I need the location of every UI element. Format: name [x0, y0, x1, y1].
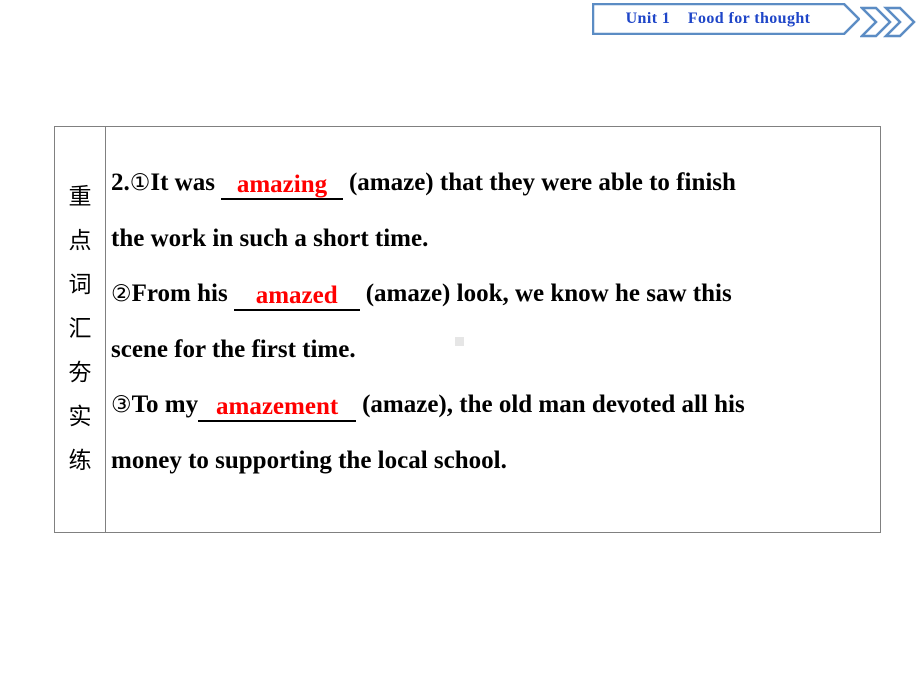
unit-header-banner: Unit 1 Food for thought	[592, 3, 916, 38]
sidebar-char: 夯	[68, 360, 92, 386]
item-1-before-text: It was	[150, 169, 215, 196]
double-chevron-right-icon	[860, 6, 916, 38]
unit-title-text: Unit 1 Food for thought	[625, 10, 811, 27]
exercise-item-3-line-1: ③To my amazement (amaze), the old man devo…	[111, 377, 866, 433]
exercise-panel: 重 点 词 汇 夯 实 练 2.①It was amazing (amaze) th…	[54, 126, 881, 533]
exercise-content: 2.①It was amazing (amaze) that they were a…	[106, 127, 880, 532]
exercise-item-2-line-1: ②From his amazed (amaze) look, we know he …	[111, 266, 866, 322]
sidebar-char: 重	[68, 184, 92, 210]
item-marker-2: ②	[111, 281, 132, 307]
item-2-after-text: (amaze) look, we know he saw this	[365, 280, 732, 307]
sidebar-vertical-label: 重 点 词 汇 夯 实 练	[55, 127, 106, 532]
sidebar-char: 词	[68, 272, 92, 298]
sidebar-char: 汇	[68, 316, 92, 342]
exercise-item-2-line-2: scene for the first time.	[111, 336, 356, 363]
exercise-item-1-line-1: 2.①It was amazing (amaze) that they were a…	[111, 155, 866, 211]
item-marker-3: ③	[111, 392, 132, 418]
item-3-after-text: (amaze), the old man devoted all his	[362, 391, 745, 418]
exercise-item-3-line-2: money to supporting the local school.	[111, 447, 507, 474]
item-marker-1: ①	[129, 170, 151, 196]
item-2-before-text: From his	[131, 280, 228, 307]
item-3-before-text: To my	[131, 391, 199, 418]
sidebar-char: 练	[68, 448, 92, 474]
item-1-after-text: (amaze) that they were able to finish	[348, 169, 736, 196]
answer-blank-1[interactable]: amazing	[220, 171, 343, 201]
exercise-item-1-line-2: the work in such a short time.	[111, 225, 429, 252]
stray-artifact-mark	[455, 337, 464, 346]
answer-blank-3[interactable]: amazement	[198, 393, 357, 423]
answer-blank-2[interactable]: amazed	[233, 282, 360, 312]
sidebar-char: 实	[68, 404, 92, 430]
question-number: 2.	[111, 169, 130, 196]
sidebar-char: 点	[68, 228, 92, 254]
